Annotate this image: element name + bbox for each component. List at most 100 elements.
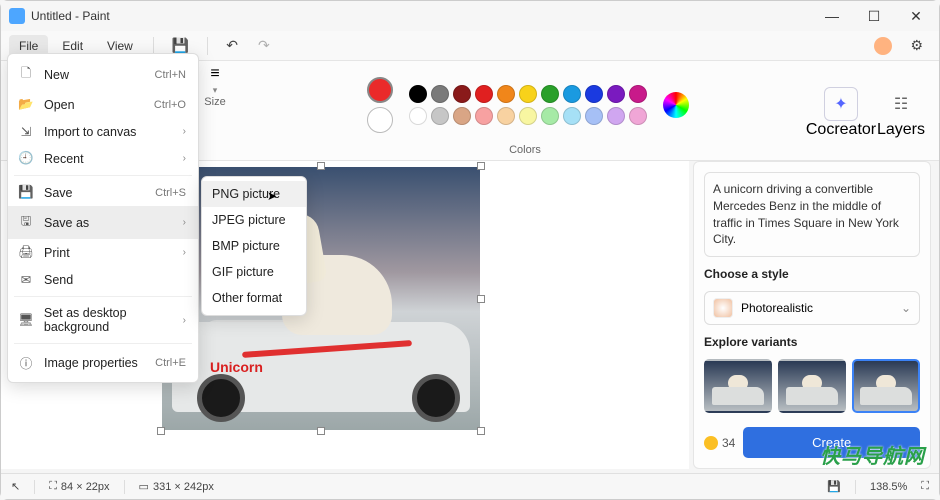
color-swatch[interactable]	[607, 107, 625, 125]
save-as-png[interactable]: PNG picture	[202, 181, 306, 207]
selection-size: 331 × 242px	[153, 481, 214, 493]
color-swatch[interactable]	[497, 107, 515, 125]
cocreator-button[interactable]: ✦ Cocreator	[811, 65, 871, 160]
menu-save-as[interactable]: 🖫Save as›	[8, 206, 198, 239]
titlebar: Untitled - Paint — ☐ ✕	[1, 1, 939, 31]
recent-icon: 🕘	[18, 151, 34, 166]
variant-thumbnail[interactable]	[852, 359, 920, 413]
save-as-bmp[interactable]: BMP picture	[202, 233, 306, 259]
chevron-right-icon: ›	[183, 247, 186, 258]
layers-label: Layers	[877, 121, 925, 139]
chevron-right-icon: ›	[183, 153, 186, 164]
resize-handle[interactable]	[317, 162, 325, 170]
coin-icon	[704, 436, 718, 450]
colors-label: Colors	[509, 144, 541, 160]
color-picker-icon[interactable]	[663, 92, 689, 118]
chevron-down-icon: ⌄	[901, 301, 911, 315]
chevron-right-icon: ›	[183, 315, 186, 326]
maximize-button[interactable]: ☐	[859, 8, 889, 25]
style-dropdown[interactable]: Photorealistic ⌄	[704, 291, 920, 325]
canvas-drawn-text: Unicorn	[210, 359, 263, 375]
menu-save[interactable]: 💾SaveCtrl+S	[8, 179, 198, 206]
color-swatch[interactable]	[475, 85, 493, 103]
create-button[interactable]: Create	[743, 427, 920, 458]
variants-heading: Explore variants	[704, 335, 920, 349]
new-file-icon: 🗋	[18, 64, 34, 85]
color-swatch[interactable]	[541, 85, 559, 103]
resize-handle[interactable]	[157, 427, 165, 435]
resize-handle[interactable]	[477, 162, 485, 170]
color-secondary[interactable]	[367, 107, 393, 133]
menu-send[interactable]: ✉Send	[8, 266, 198, 293]
resize-handle[interactable]	[477, 427, 485, 435]
color-swatch[interactable]	[585, 85, 603, 103]
color-swatch[interactable]	[409, 85, 427, 103]
color-primary[interactable]	[367, 77, 393, 103]
variant-thumbnail[interactable]	[778, 359, 846, 413]
menu-new[interactable]: 🗋NewCtrl+N	[8, 58, 198, 91]
fit-screen-icon[interactable]: ⛶	[921, 480, 929, 493]
close-button[interactable]: ✕	[901, 8, 931, 25]
minimize-button[interactable]: —	[817, 8, 847, 25]
paint-app-icon	[9, 8, 25, 24]
save-as-icon: 🖫	[18, 212, 34, 233]
resize-handle[interactable]	[477, 295, 485, 303]
chevron-right-icon: ›	[183, 126, 186, 137]
color-swatch[interactable]	[629, 107, 647, 125]
color-swatch[interactable]	[519, 107, 537, 125]
undo-icon[interactable]: ↶	[218, 33, 246, 58]
layers-button[interactable]: ☷ Layers	[871, 65, 931, 160]
color-swatch[interactable]	[475, 107, 493, 125]
settings-gear-icon[interactable]: ⚙	[902, 33, 931, 58]
zoom-value: 138.5%	[870, 481, 907, 493]
statusbar: ↖ ⛶84 × 22px ▭331 × 242px 💾 138.5% ⛶	[1, 473, 939, 499]
menu-recent[interactable]: 🕘Recent›	[8, 145, 198, 172]
variant-thumbnail[interactable]	[704, 359, 772, 413]
properties-icon: ⓘ	[18, 353, 34, 372]
menu-import-to-canvas[interactable]: ⇲Import to canvas›	[8, 118, 198, 145]
disk-icon[interactable]: 💾	[827, 480, 841, 493]
color-swatch[interactable]	[563, 85, 581, 103]
save-icon: 💾	[18, 185, 34, 200]
credits-count: 34	[722, 436, 735, 450]
layers-icon: ☷	[894, 94, 908, 114]
menu-image-properties[interactable]: ⓘImage propertiesCtrl+E	[8, 347, 198, 378]
color-swatch[interactable]	[409, 107, 427, 125]
chevron-right-icon: ›	[183, 217, 186, 228]
resize-handle[interactable]	[317, 427, 325, 435]
chevron-down-icon: ▾	[213, 85, 218, 96]
stroke-size-icon: ≡	[210, 65, 219, 83]
open-icon: 📂	[18, 97, 34, 112]
prompt-text[interactable]: A unicorn driving a convertible Mercedes…	[704, 172, 920, 257]
style-value: Photorealistic	[741, 301, 813, 315]
size-label: Size	[204, 96, 225, 112]
redo-icon[interactable]: ↷	[250, 33, 278, 58]
color-swatch[interactable]	[431, 107, 449, 125]
color-swatch[interactable]	[519, 85, 537, 103]
menu-print[interactable]: 🖨Print›	[8, 239, 198, 266]
save-as-jpeg[interactable]: JPEG picture	[202, 207, 306, 233]
style-heading: Choose a style	[704, 267, 920, 281]
color-swatch[interactable]	[497, 85, 515, 103]
menu-open[interactable]: 📂OpenCtrl+O	[8, 91, 198, 118]
crop-icon: ⛶	[49, 480, 57, 493]
style-thumb-icon	[713, 298, 733, 318]
save-as-other[interactable]: Other format	[202, 285, 306, 311]
variant-grid	[704, 359, 920, 413]
color-swatch[interactable]	[453, 85, 471, 103]
user-avatar[interactable]	[874, 37, 892, 55]
colors-group: Colors	[239, 65, 811, 160]
color-swatch[interactable]	[585, 107, 603, 125]
cocreator-label: Cocreator	[806, 121, 876, 139]
color-swatch[interactable]	[629, 85, 647, 103]
send-icon: ✉	[18, 272, 34, 287]
color-swatch[interactable]	[453, 107, 471, 125]
color-swatch[interactable]	[431, 85, 449, 103]
menu-set-desktop-bg[interactable]: 🖥Set as desktop background›	[8, 300, 198, 340]
color-swatch[interactable]	[563, 107, 581, 125]
color-swatch[interactable]	[541, 107, 559, 125]
color-swatch[interactable]	[607, 85, 625, 103]
sparkle-icon: ✦	[834, 94, 847, 114]
save-as-gif[interactable]: GIF picture	[202, 259, 306, 285]
color-palette	[409, 85, 647, 125]
